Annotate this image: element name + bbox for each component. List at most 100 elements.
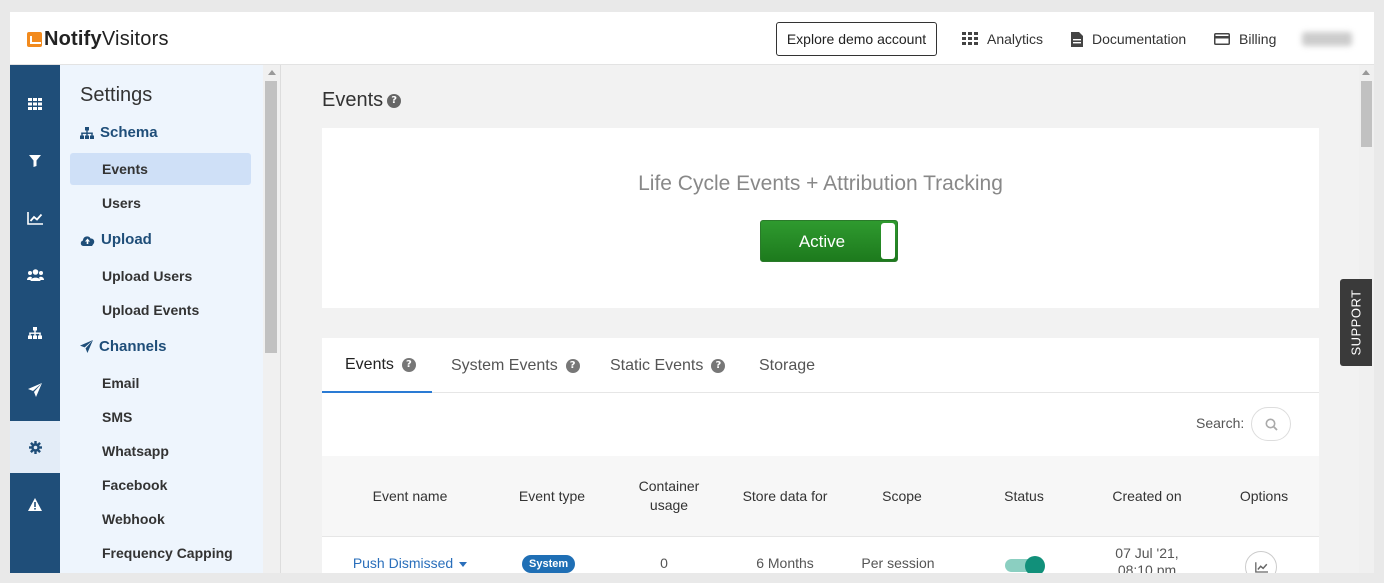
sidebar-active-highlight: [70, 153, 251, 185]
nav-documentation-label: Documentation: [1092, 31, 1187, 47]
help-icon[interactable]: ?: [401, 357, 416, 372]
column-header[interactable]: Scope: [852, 487, 952, 506]
logo-icon: [27, 32, 42, 47]
created-on-date: 07 Jul '21,: [1115, 545, 1179, 561]
tab-storage[interactable]: Storage: [759, 338, 815, 393]
column-header[interactable]: Created on: [1092, 487, 1202, 506]
rail-filter[interactable]: [10, 135, 60, 187]
scroll-up-arrow-icon[interactable]: [268, 70, 276, 75]
sidebar-item-upload-events[interactable]: Upload Events: [102, 302, 199, 318]
lifecycle-heading: Life Cycle Events + Attribution Tracking: [638, 172, 1003, 195]
help-icon[interactable]: ?: [711, 358, 726, 373]
sidebar-scrollbar[interactable]: [263, 65, 281, 573]
column-header[interactable]: Store data for: [730, 487, 840, 506]
nav-analytics[interactable]: Analytics: [962, 31, 1043, 47]
analytics-option-button[interactable]: [1245, 551, 1277, 573]
logo-text-regular: Visitors: [101, 28, 169, 50]
sidebar-item-events[interactable]: Events: [102, 161, 148, 177]
rail-schema[interactable]: [10, 307, 60, 359]
sidebar-item-email[interactable]: Email: [102, 375, 139, 391]
rail-users[interactable]: [10, 249, 60, 301]
search-button[interactable]: [1251, 407, 1291, 441]
tab-static-events[interactable]: Static Events ?: [610, 338, 726, 393]
main-scroll-thumb[interactable]: [1361, 81, 1372, 147]
sidebar-scroll-thumb[interactable]: [265, 81, 277, 353]
search-icon: [1265, 418, 1278, 431]
nav-documentation[interactable]: Documentation: [1071, 31, 1186, 47]
sidebar-item-sms[interactable]: SMS: [102, 409, 132, 425]
chart-line-icon: [1254, 561, 1268, 573]
support-tab[interactable]: SUPPORT: [1340, 279, 1372, 366]
sidebar-item-upload-users[interactable]: Upload Users: [102, 268, 192, 284]
scroll-up-arrow-icon[interactable]: [1362, 70, 1370, 75]
tab-events-label: Events: [345, 355, 394, 373]
user-menu[interactable]: [1302, 32, 1352, 46]
column-header[interactable]: Container usage: [629, 477, 709, 515]
paper-plane-icon: [80, 340, 93, 353]
tab-storage-label: Storage: [759, 356, 816, 374]
chart-line-icon: [27, 211, 43, 225]
status-toggle[interactable]: [1005, 556, 1045, 573]
events-panel: Events ? System Events ? Static Events ?…: [322, 338, 1319, 573]
search-label: Search:: [1196, 415, 1245, 431]
tab-bar: Events ? System Events ? Static Events ?…: [322, 338, 1319, 393]
event-name-link[interactable]: Push Dismissed: [353, 555, 467, 571]
container-usage-cell: 0: [660, 555, 668, 571]
paper-plane-icon: [28, 383, 42, 397]
page-title: Events ?: [322, 89, 402, 112]
tab-system-events-label: System Events: [451, 356, 558, 374]
lifecycle-active-toggle[interactable]: Active: [760, 220, 898, 262]
lifecycle-toggle-label: Active: [798, 232, 846, 251]
column-header[interactable]: Status: [974, 487, 1074, 506]
icon-rail: [10, 65, 60, 573]
tab-events[interactable]: Events ?: [322, 338, 432, 393]
column-header[interactable]: Event name: [350, 487, 470, 506]
rail-analytics[interactable]: [10, 192, 60, 244]
sidebar-section-label: Channels: [99, 338, 167, 355]
page-title-text: Events: [322, 89, 384, 111]
sidebar-item-users[interactable]: Users: [102, 195, 141, 211]
sitemap-icon: [80, 126, 94, 139]
rail-settings[interactable]: [10, 421, 60, 473]
column-header[interactable]: Event type: [502, 487, 602, 506]
cloud-upload-icon: [80, 235, 95, 246]
sidebar-item-webhook[interactable]: Webhook: [102, 511, 165, 527]
top-bar: NotifyVisitors Explore demo account Anal…: [10, 12, 1374, 65]
store-data-cell: 6 Months: [756, 555, 814, 571]
app-window: NotifyVisitors Explore demo account Anal…: [10, 12, 1374, 573]
logo[interactable]: NotifyVisitors: [27, 28, 169, 51]
event-name-cell: Push Dismissed: [350, 555, 470, 571]
sidebar-section-label: Schema: [100, 124, 158, 141]
table-header: Event name Event type Container usage St…: [322, 456, 1319, 536]
rail-alerts[interactable]: [10, 478, 60, 530]
explore-demo-button[interactable]: Explore demo account: [776, 22, 937, 56]
sitemap-icon: [28, 327, 42, 339]
sidebar-item-frequency-capping[interactable]: Frequency Capping: [102, 545, 233, 561]
help-icon[interactable]: ?: [565, 358, 580, 373]
rail-campaigns[interactable]: [10, 364, 60, 416]
sidebar-section-channels: Channels: [80, 338, 167, 355]
nav-billing-label: Billing: [1239, 31, 1277, 47]
tab-system-events[interactable]: System Events ?: [451, 338, 580, 393]
nav-analytics-label: Analytics: [987, 31, 1044, 47]
sidebar-item-whatsapp[interactable]: Whatsapp: [102, 443, 169, 459]
sidebar-section-upload: Upload: [80, 231, 152, 248]
settings-sidebar: Settings Schema Events Users Upload Uplo…: [60, 65, 263, 573]
sidebar-section-schema: Schema: [80, 124, 158, 141]
created-on-cell: 07 Jul '21, 08:10 pm: [1092, 545, 1202, 573]
event-type-badge: System: [522, 555, 576, 573]
sidebar-section-label: Upload: [101, 231, 152, 248]
lifecycle-card: Life Cycle Events + Attribution Tracking…: [322, 128, 1319, 308]
help-icon[interactable]: ?: [387, 93, 402, 108]
grid-icon: [28, 98, 42, 110]
tab-static-events-label: Static Events: [610, 356, 704, 374]
sidebar-item-facebook[interactable]: Facebook: [102, 477, 167, 493]
column-header[interactable]: Options: [1222, 487, 1306, 506]
sidebar-title: Settings: [80, 84, 153, 106]
created-on-time: 08:10 pm: [1117, 562, 1177, 573]
support-label: SUPPORT: [1348, 289, 1364, 356]
nav-billing[interactable]: Billing: [1214, 31, 1276, 47]
warning-icon: [28, 497, 42, 511]
credit-card-icon: [1214, 33, 1230, 45]
rail-dashboard[interactable]: [10, 78, 60, 130]
